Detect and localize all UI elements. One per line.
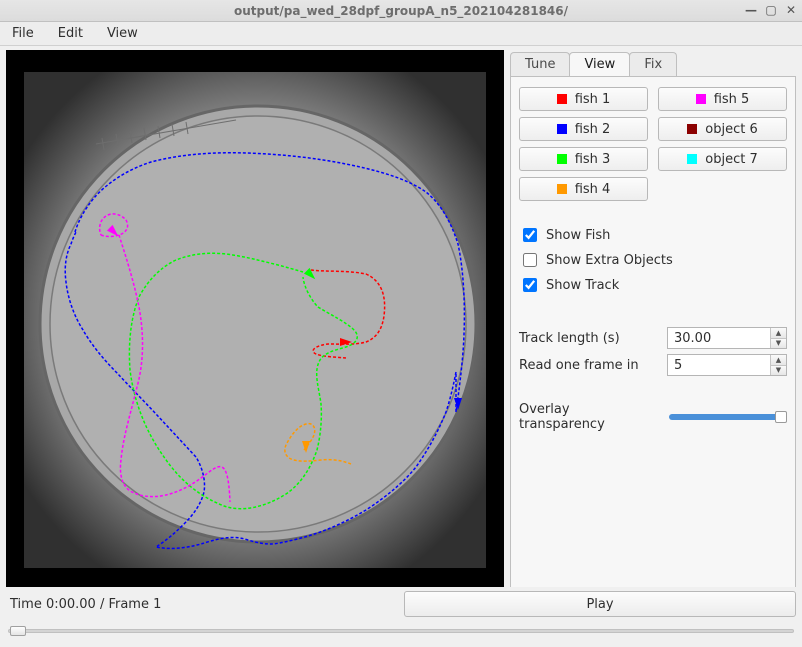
check-show-fish[interactable]: Show Fish bbox=[519, 225, 787, 245]
track-length-label: Track length (s) bbox=[519, 331, 659, 346]
show-extra-label: Show Extra Objects bbox=[546, 253, 673, 268]
legend-label: fish 2 bbox=[575, 122, 611, 137]
close-icon[interactable]: ✕ bbox=[784, 4, 798, 18]
timeline-slider[interactable] bbox=[6, 623, 796, 639]
menu-edit[interactable]: Edit bbox=[52, 24, 89, 43]
tab-tune[interactable]: Tune bbox=[510, 52, 570, 76]
swatch-icon bbox=[557, 154, 567, 164]
legend-label: object 6 bbox=[705, 122, 757, 137]
tab-fix[interactable]: Fix bbox=[629, 52, 677, 76]
show-fish-label: Show Fish bbox=[546, 228, 610, 243]
read-frame-value[interactable]: 5 bbox=[668, 355, 770, 375]
status-text: Time 0:00.00 / Frame 1 bbox=[6, 597, 398, 612]
read-frame-up-icon[interactable]: ▲ bbox=[771, 355, 786, 366]
check-show-track[interactable]: Show Track bbox=[519, 275, 787, 295]
legend-label: fish 3 bbox=[575, 152, 611, 167]
bottom-bar: Time 0:00.00 / Frame 1 Play bbox=[0, 587, 802, 647]
swatch-icon bbox=[557, 94, 567, 104]
legend-button-fish-1[interactable]: fish 1 bbox=[519, 87, 648, 111]
swatch-icon bbox=[687, 154, 697, 164]
window-title: output/pa_wed_28dpf_groupA_n5_2021042818… bbox=[234, 4, 568, 18]
row-read-frame: Read one frame in 5 ▲ ▼ bbox=[519, 354, 787, 376]
swatch-icon bbox=[557, 184, 567, 194]
tab-view-body: fish 1 fish 5 fish 2 object 6 fish 3 object 7… bbox=[510, 76, 796, 587]
show-track-label: Show Track bbox=[546, 278, 619, 293]
legend-button-fish-5[interactable]: fish 5 bbox=[658, 87, 787, 111]
read-frame-label: Read one frame in bbox=[519, 358, 659, 373]
menubar: File Edit View bbox=[0, 22, 802, 46]
legend-button-object-6[interactable]: object 6 bbox=[658, 117, 787, 141]
track-length-down-icon[interactable]: ▼ bbox=[771, 339, 786, 349]
legend-button-fish-2[interactable]: fish 2 bbox=[519, 117, 648, 141]
legend-label: fish 5 bbox=[714, 92, 750, 107]
show-track-checkbox[interactable] bbox=[523, 278, 537, 292]
swatch-icon bbox=[696, 94, 706, 104]
slider-thumb-icon[interactable] bbox=[775, 411, 787, 423]
minimize-icon[interactable]: — bbox=[744, 4, 758, 18]
track-length-up-icon[interactable]: ▲ bbox=[771, 328, 786, 339]
legend-button-fish-3[interactable]: fish 3 bbox=[519, 147, 648, 171]
show-extra-checkbox[interactable] bbox=[523, 253, 537, 267]
menu-view[interactable]: View bbox=[101, 24, 144, 43]
side-panel: Tune View Fix fish 1 fish 5 fish 2 object 6… bbox=[510, 50, 796, 587]
read-frame-down-icon[interactable]: ▼ bbox=[771, 366, 786, 376]
row-track-length: Track length (s) 30.00 ▲ ▼ bbox=[519, 327, 787, 349]
show-fish-checkbox[interactable] bbox=[523, 228, 537, 242]
overlay-transparency-label: Overlay transparency bbox=[519, 402, 659, 432]
legend-label: object 7 bbox=[705, 152, 757, 167]
maximize-icon[interactable]: ▢ bbox=[764, 4, 778, 18]
legend-label: fish 1 bbox=[575, 92, 611, 107]
tab-view[interactable]: View bbox=[569, 52, 630, 76]
timeline-thumb-icon[interactable] bbox=[10, 626, 26, 636]
legend-label: fish 4 bbox=[575, 182, 611, 197]
legend-grid: fish 1 fish 5 fish 2 object 6 fish 3 object 7… bbox=[519, 87, 787, 201]
row-overlay-transparency: Overlay transparency bbox=[519, 402, 787, 432]
legend-button-object-7[interactable]: object 7 bbox=[658, 147, 787, 171]
swatch-icon bbox=[557, 124, 567, 134]
swatch-icon bbox=[687, 124, 697, 134]
video-viewer[interactable] bbox=[6, 50, 504, 587]
menu-file[interactable]: File bbox=[6, 24, 40, 43]
track-length-spinbox[interactable]: 30.00 ▲ ▼ bbox=[667, 327, 787, 349]
read-frame-spinbox[interactable]: 5 ▲ ▼ bbox=[667, 354, 787, 376]
tab-bar: Tune View Fix bbox=[510, 50, 796, 76]
legend-button-fish-4[interactable]: fish 4 bbox=[519, 177, 648, 201]
check-show-extra[interactable]: Show Extra Objects bbox=[519, 250, 787, 270]
play-button[interactable]: Play bbox=[404, 591, 796, 617]
window-titlebar: output/pa_wed_28dpf_groupA_n5_2021042818… bbox=[0, 0, 802, 22]
overlay-transparency-slider[interactable] bbox=[669, 409, 787, 425]
track-length-value[interactable]: 30.00 bbox=[668, 328, 770, 348]
